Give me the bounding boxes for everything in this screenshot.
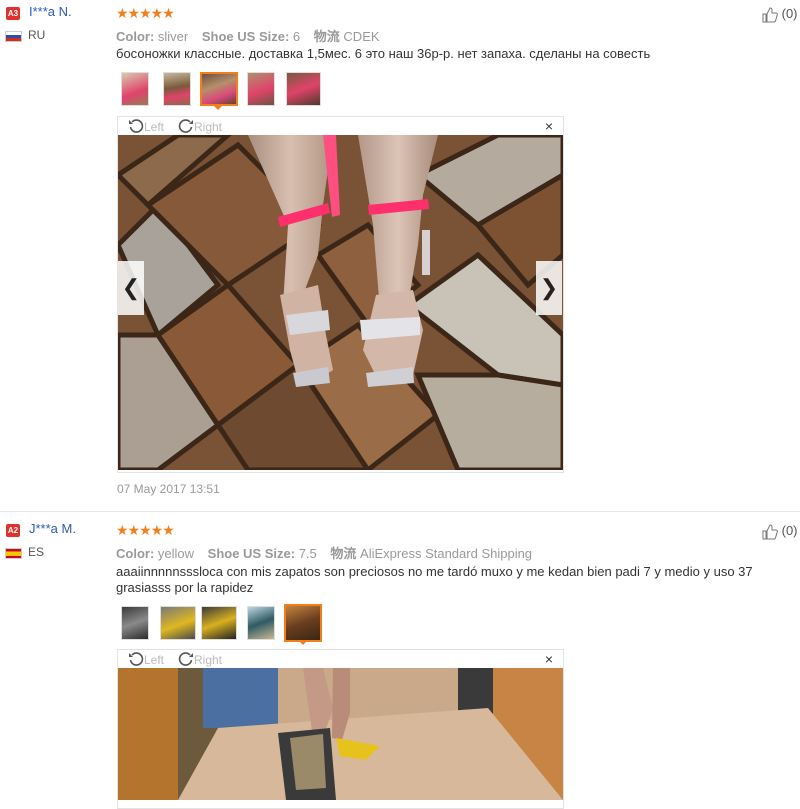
close-viewer-button[interactable]: × (545, 118, 553, 134)
rotate-right-button[interactable]: Right (178, 118, 222, 134)
rotate-left-label: Left (144, 653, 165, 667)
rotate-left-label: Left (144, 120, 165, 134)
review-meta: Color: yellow Shoe US Size: 7.5 物流 AliEx… (116, 543, 542, 562)
rating-stars: ★★★★★ (116, 5, 175, 21)
rotate-right-icon (178, 652, 193, 666)
review-text: босоножки классные. доставка 1,5мес. 6 э… (116, 46, 651, 61)
chevron-left-icon: ❮ (121, 275, 141, 300)
color-label: Color: (116, 29, 155, 44)
selected-pointer (213, 105, 223, 110)
reviewer-name[interactable]: J***a M. (29, 521, 76, 536)
heels-photo-image (118, 668, 563, 800)
rotate-left-icon (129, 652, 144, 666)
helpful-button[interactable]: (0) (762, 523, 798, 540)
viewer-toolbar: Left Right × (118, 650, 563, 668)
review-thumbnail-selected[interactable] (200, 72, 238, 106)
review-date: 07 May 2017 13:51 (117, 482, 220, 496)
rotate-left-button[interactable]: Left (128, 651, 164, 667)
helpful-button[interactable]: (0) (762, 6, 798, 23)
shipping-value: CDEK (343, 29, 380, 44)
rating-stars: ★★★★★ (116, 522, 175, 538)
rotate-left-button[interactable]: Left (128, 118, 164, 134)
reviewer-country: ES (28, 545, 45, 559)
review-photo (118, 135, 563, 470)
color-value: yellow (157, 546, 195, 561)
thumbs-up-icon (762, 524, 778, 540)
review-thumbnail[interactable] (160, 606, 196, 640)
review-thumbnail[interactable] (121, 606, 149, 640)
flag-es-icon (5, 548, 22, 559)
color-value: sliver (157, 29, 189, 44)
review-item: A3 I***a N. RU ★★★★★ (0) Color: sliver S… (0, 0, 800, 512)
reviewer-country: RU (28, 28, 46, 42)
chevron-right-icon: ❯ (539, 275, 559, 300)
close-viewer-button[interactable]: × (545, 651, 553, 667)
review-photo (118, 668, 563, 800)
review-thumbnail[interactable] (121, 72, 149, 106)
helpful-count: (0) (781, 523, 798, 538)
review-thumbnail[interactable] (247, 72, 275, 106)
shipping-label: 物流 (330, 546, 357, 561)
flag-ru-icon (5, 31, 22, 42)
review-text: aaaiinnnnnsssloca con mis zapatos son pr… (116, 564, 753, 595)
rotate-right-label: Right (194, 120, 223, 134)
sandals-photo-image (118, 135, 563, 470)
user-level-badge: A3 (6, 7, 20, 20)
review-thumbnail[interactable] (247, 606, 275, 640)
thumbs-up-icon (762, 7, 778, 23)
review-thumbnail[interactable] (201, 606, 237, 640)
shipping-label: 物流 (313, 29, 340, 44)
previous-image-button[interactable]: ❮ (118, 261, 144, 315)
helpful-count: (0) (781, 6, 798, 21)
size-value: 6 (292, 29, 301, 44)
shipping-value: AliExpress Standard Shipping (360, 546, 533, 561)
review-thumbnail[interactable] (163, 72, 191, 106)
size-label: Shoe US Size: (207, 546, 296, 561)
color-label: Color: (116, 546, 155, 561)
rotate-right-icon (178, 119, 193, 133)
size-label: Shoe US Size: (201, 29, 290, 44)
review-thumbnail-selected[interactable] (284, 604, 322, 642)
rotate-right-button[interactable]: Right (178, 651, 222, 667)
selected-pointer (298, 640, 308, 645)
review-item: A2 J***a M. ES ★★★★★ (0) Color: yellow S… (0, 518, 800, 809)
user-level-badge: A2 (6, 524, 20, 537)
next-image-button[interactable]: ❯ (536, 261, 562, 315)
viewer-toolbar: Left Right × (118, 117, 563, 135)
review-divider (0, 511, 800, 512)
size-value: 7.5 (298, 546, 317, 561)
reviewer-name[interactable]: I***a N. (29, 4, 72, 19)
rotate-left-icon (129, 119, 144, 133)
rotate-right-label: Right (194, 653, 223, 667)
review-meta: Color: sliver Shoe US Size: 6 物流 CDEK (116, 26, 390, 45)
review-thumbnail[interactable] (286, 72, 321, 106)
